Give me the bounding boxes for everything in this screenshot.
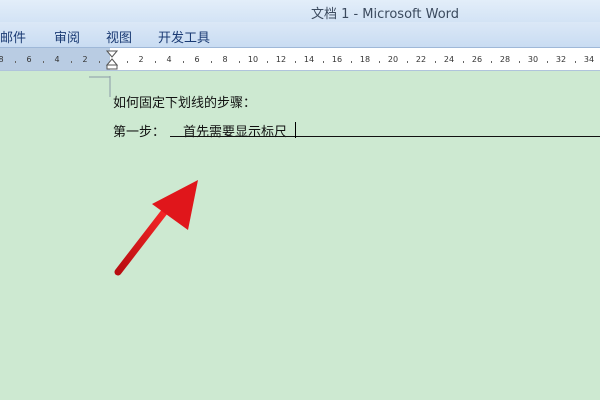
ruler-tick-mark <box>155 61 156 63</box>
ruler-tick-label: 20 <box>387 55 399 64</box>
ruler-tick-mark <box>491 61 492 63</box>
ruler-tick-mark <box>519 61 520 63</box>
ruler-tick-label: 6 <box>26 55 32 64</box>
ruler-tick-label: 28 <box>499 55 511 64</box>
ruler-tick-label: 2 <box>82 55 88 64</box>
ruler-tick-mark <box>127 61 128 63</box>
ruler-tick-mark <box>435 61 436 63</box>
ruler-tick-mark <box>407 61 408 63</box>
ribbon-tab-bar: 邮件 审阅 视图 开发工具 <box>0 22 600 48</box>
tab-review[interactable]: 审阅 <box>54 27 80 46</box>
ruler-tick-label: 34 <box>583 55 595 64</box>
ruler-tick-mark <box>575 61 576 63</box>
ruler-tick-label: 10 <box>247 55 259 64</box>
ruler-tick-label: 2 <box>138 55 144 64</box>
ruler-tick-label: 14 <box>303 55 315 64</box>
ruler-tick-label: 22 <box>415 55 427 64</box>
ruler-tick-mark <box>239 61 240 63</box>
ruler-tick-mark <box>379 61 380 63</box>
ruler-tick-label: 30 <box>527 55 539 64</box>
tab-mailings[interactable]: 邮件 <box>0 27 26 46</box>
ruler-tick-label: 4 <box>166 55 172 64</box>
ruler-tick-mark <box>295 61 296 63</box>
horizontal-ruler[interactable]: 8 6 4 2 2 4 6 8 10 12 14 16 18 20 22 24 26 28 30 32 34 <box>0 48 600 71</box>
ruler-tick-label: 32 <box>555 55 567 64</box>
ruler-tick-label: 8 <box>222 55 228 64</box>
ruler-tick-label: 4 <box>54 55 60 64</box>
ruler-tick-mark <box>323 61 324 63</box>
ruler-tick-label: 24 <box>443 55 455 64</box>
text-cursor <box>295 122 296 138</box>
ruler-tick-mark <box>71 61 72 63</box>
ruler-tick-mark <box>351 61 352 63</box>
ruler-scale: 8 6 4 2 2 4 6 8 10 12 14 16 18 20 22 24 26 28 30 32 34 <box>0 51 600 66</box>
ruler-tick-mark <box>211 61 212 63</box>
indent-marker-icon[interactable] <box>106 50 118 70</box>
ruler-tick-mark <box>183 61 184 63</box>
ruler-tick-label: 6 <box>194 55 200 64</box>
ruler-tick-label: 16 <box>331 55 343 64</box>
title-bar: 文档 1 - Microsoft Word <box>0 0 600 22</box>
tab-view[interactable]: 视图 <box>106 27 132 46</box>
window-title: 文档 1 - Microsoft Word <box>310 7 460 22</box>
margin-corner-icon <box>89 76 111 97</box>
ruler-tick-mark <box>547 61 548 63</box>
annotation-arrow-icon <box>114 180 198 276</box>
document-line-2-text: 首先需要显示标尺 <box>183 125 288 140</box>
ruler-tick-mark <box>15 61 16 63</box>
ruler-tick-mark <box>463 61 464 63</box>
ruler-tick-label: 18 <box>359 55 371 64</box>
ruler-tick-mark <box>267 61 268 63</box>
ruler-tick-mark <box>99 61 100 63</box>
ruler-tick-label: 12 <box>275 55 287 64</box>
ruler-tick-mark <box>43 61 44 63</box>
underline-span <box>170 136 600 137</box>
ruler-tick-label: 8 <box>0 55 4 64</box>
ruler-tick-label: 26 <box>471 55 483 64</box>
document-line-2-prefix: 第一步： <box>113 125 166 140</box>
document-line-1: 如何固定下划线的步骤： <box>113 96 257 111</box>
tab-developer[interactable]: 开发工具 <box>158 27 210 46</box>
